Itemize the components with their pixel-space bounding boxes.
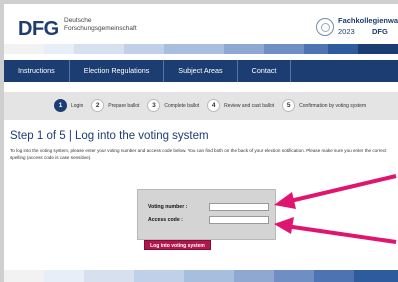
- arrow-voting-number-icon: [274, 174, 397, 209]
- step-number: 4: [207, 99, 221, 112]
- login-form: Voting number : Access code :: [137, 189, 276, 240]
- step-1: 1 Login: [54, 99, 83, 112]
- step-2: 2 Prepare ballot: [91, 99, 139, 112]
- step-5: 5 Confirmation by voting system: [282, 99, 366, 112]
- step-number: 3: [147, 99, 161, 112]
- org-name-line1: Deutsche: [64, 17, 92, 24]
- step-label: Login: [71, 102, 84, 109]
- step-number: 5: [282, 99, 296, 112]
- login-button[interactable]: Log into voting system: [144, 240, 211, 250]
- intro-text: To log into the voting system, please en…: [10, 148, 387, 160]
- org-name: Deutsche Forschungsgemeinschaft: [64, 17, 137, 33]
- nav-item-subject-areas[interactable]: Subject Areas: [164, 60, 238, 82]
- main-nav: Instructions Election Regulations Subjec…: [4, 60, 398, 82]
- step-label: Prepare ballot: [108, 102, 140, 109]
- access-code-field[interactable]: [209, 216, 269, 224]
- step-number: 2: [91, 99, 105, 112]
- election-title: Fachkollegienwahl: [338, 16, 398, 25]
- step-3: 3 Complete ballot: [147, 99, 199, 112]
- voting-number-field[interactable]: [209, 203, 269, 211]
- step-4: 4 Review and cast ballot: [207, 99, 274, 112]
- page: DFG Deutsche Forschungsgemeinschaft Fach…: [4, 4, 398, 282]
- election-emblem-icon: [316, 18, 334, 36]
- nav-item-election-regulations[interactable]: Election Regulations: [70, 60, 165, 82]
- header-stripe: [4, 44, 398, 54]
- step-label: Confirmation by voting system: [299, 102, 367, 109]
- progress-steps: 1 Login 2 Prepare ballot 3 Complete ball…: [4, 92, 398, 120]
- election-year: 2023: [338, 27, 355, 36]
- step-label: Review and cast ballot: [224, 102, 275, 109]
- nav-item-instructions[interactable]: Instructions: [4, 60, 70, 82]
- footer-stripe: [4, 270, 398, 282]
- org-name-line2: Forschungsgemeinschaft: [64, 25, 137, 32]
- dfg-logo[interactable]: DFG: [18, 18, 59, 41]
- election-logo-text: DFG: [372, 27, 388, 36]
- access-code-label: Access code :: [148, 217, 183, 223]
- election-logo: Fachkollegienwahl 2023 DFG: [316, 12, 398, 46]
- page-title: Step 1 of 5 | Log into the voting system: [10, 130, 209, 142]
- header: DFG Deutsche Forschungsgemeinschaft Fach…: [4, 4, 398, 54]
- step-label: Complete ballot: [164, 102, 200, 109]
- nav-item-contact[interactable]: Contact: [238, 60, 292, 82]
- step-number: 1: [54, 99, 67, 112]
- arrow-access-code-icon: [274, 217, 397, 244]
- voting-number-label: Voting number :: [148, 204, 188, 210]
